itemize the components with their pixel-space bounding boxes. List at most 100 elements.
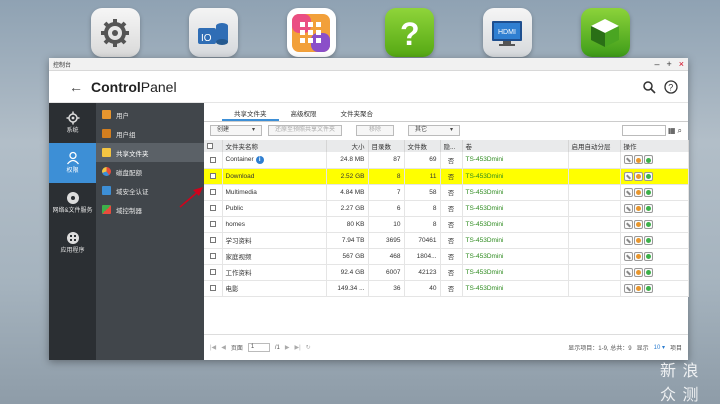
permission-icon[interactable] [633,251,643,261]
col-volume[interactable]: 卷 [462,140,569,152]
other-button[interactable]: 其它 ▾ [408,125,461,136]
col-hidden[interactable]: 隐... [440,140,463,152]
col-folder-name[interactable]: 文件夹名称 [222,140,327,152]
table-row[interactable]: Download 2.52 GB 8 11 否 TS-453Dmini [204,168,689,185]
permission-icon[interactable] [633,155,643,165]
refresh-icon[interactable] [643,203,653,213]
edit-icon[interactable] [623,155,633,165]
refresh-icon[interactable] [643,155,653,165]
close-button[interactable]: × [679,59,684,69]
nav-user-groups[interactable]: 用户组 [96,124,204,143]
first-page-button[interactable]: |◀ [210,344,216,351]
app-center-icon[interactable] [286,8,336,57]
nav-user-groups-label: 用户组 [116,131,136,139]
refresh-icon[interactable] [643,267,653,277]
search-icon[interactable] [642,80,656,94]
next-page-button[interactable]: ▶ [285,344,290,351]
delete-button[interactable]: 移除 [356,125,395,136]
restore-snapshot-button[interactable]: 还原至预照共享文件夹 [268,125,343,136]
permission-icon[interactable] [633,171,643,181]
table-row[interactable]: 家庭视频 567 GB 468 1804... 否 TS-453Dmini [204,248,689,265]
edit-icon[interactable] [623,251,633,261]
nav-privilege[interactable]: 权限 [49,143,96,183]
row-checkbox[interactable] [204,184,223,201]
storage-app-icon[interactable]: IO [188,8,238,57]
edit-icon[interactable] [623,171,633,181]
row-checkbox[interactable] [204,152,223,169]
row-checkbox[interactable] [204,248,223,265]
row-checkbox[interactable] [204,264,223,281]
help-app-icon[interactable]: ? [384,8,434,57]
nav-domain-controller[interactable]: 域控制器 [96,200,204,219]
tab-shared-folders[interactable]: 共享文件夹 [222,108,279,121]
table-row[interactable]: 工作资料 92.4 GB 6007 42123 否 TS-453Dmini [204,264,689,281]
table-row[interactable]: Public 2.27 GB 6 8 否 TS-453Dmini [204,200,689,217]
edit-icon[interactable] [623,219,633,229]
row-checkbox[interactable] [204,200,223,217]
edit-icon[interactable] [623,203,633,213]
table-row[interactable]: homes 80 KB 10 8 否 TS-453Dmini [204,216,689,233]
refresh-icon[interactable] [643,235,653,245]
permission-icon[interactable] [633,187,643,197]
search-icon[interactable]: ⌕ [678,126,682,136]
row-checkbox[interactable] [204,216,223,233]
tab-advanced-permissions[interactable]: 高级权限 [279,108,329,121]
col-auto-tiering[interactable]: 启用自动分层 [568,140,621,152]
files-cell: 8 [404,200,441,217]
refresh-icon[interactable] [643,171,653,181]
help-icon[interactable]: ? [664,79,678,94]
last-page-button[interactable]: ▶| [294,344,300,351]
minimize-button[interactable]: – [654,59,659,69]
page-number-input[interactable]: 1 [247,343,270,352]
volume-cell: TS-453Dmini [462,168,569,185]
table-row[interactable]: Container i 24.8 MB 87 69 否 TS-453Dmini [204,152,689,169]
row-checkbox[interactable] [204,168,223,185]
permission-icon[interactable] [633,267,643,277]
permission-icon[interactable] [633,219,643,229]
info-icon[interactable]: i [255,155,264,164]
prev-page-button[interactable]: ◀ [221,344,226,351]
search-input[interactable] [621,125,666,136]
edit-icon[interactable] [623,283,633,293]
create-button[interactable]: 创建 ▾ [210,125,262,136]
actions-cell [620,216,689,233]
auto-tiering-cell [568,232,621,249]
container-app-icon[interactable] [580,8,630,57]
permission-icon[interactable] [633,203,643,213]
hdmi-app-icon[interactable]: HDMI [482,8,532,57]
nav-shared-folders[interactable]: 共享文件夹 [96,143,204,162]
refresh-icon[interactable] [643,283,653,293]
refresh-icon[interactable] [643,219,653,229]
edit-icon[interactable] [623,187,633,197]
nav-users[interactable]: 用户 [96,105,204,124]
col-files[interactable]: 文件数 [404,140,441,152]
settings-app-icon[interactable] [90,8,140,57]
nav-network-file-services[interactable]: 网络&文件服务 [49,183,96,223]
maximize-button[interactable]: + [666,59,671,69]
edit-icon[interactable] [623,267,633,277]
nav-applications[interactable]: 应用程序 [49,223,96,263]
row-checkbox[interactable] [204,232,223,249]
main-content: 共享文件夹 高级权限 文件夹聚合 创建 ▾ 还原至预照共享文件夹 移除 其它 ▾ ▦… [204,103,689,360]
permission-icon[interactable] [633,235,643,245]
table-row[interactable]: Multimedia 4.84 MB 7 58 否 TS-453Dmini [204,184,689,201]
table-row[interactable]: 学习资料 7.94 TB 3695 70461 否 TS-453Dmini [204,232,689,249]
per-page-select[interactable]: 10 ▾ [654,344,665,351]
files-cell: 11 [404,168,441,185]
refresh-icon[interactable]: ↻ [306,344,311,351]
filter-icon[interactable]: ▦ [668,126,676,135]
col-size[interactable]: 大小 [326,140,369,152]
back-arrow-icon[interactable]: ← [69,79,83,95]
table-row[interactable]: 电影 149.34 ... 36 40 否 TS-453Dmini [204,280,689,297]
permission-icon[interactable] [633,283,643,293]
refresh-icon[interactable] [643,251,653,261]
tab-folder-aggregation[interactable]: 文件夹聚合 [329,108,386,121]
refresh-icon[interactable] [643,187,653,197]
nav-domain-security[interactable]: 域安全认证 [96,181,204,200]
select-all-checkbox[interactable] [204,140,223,152]
row-checkbox[interactable] [204,280,223,297]
edit-icon[interactable] [623,235,633,245]
nav-system[interactable]: 系统 [49,103,96,143]
nav-quota[interactable]: 磁盘配额 [96,162,204,181]
col-dirs[interactable]: 目录数 [368,140,405,152]
